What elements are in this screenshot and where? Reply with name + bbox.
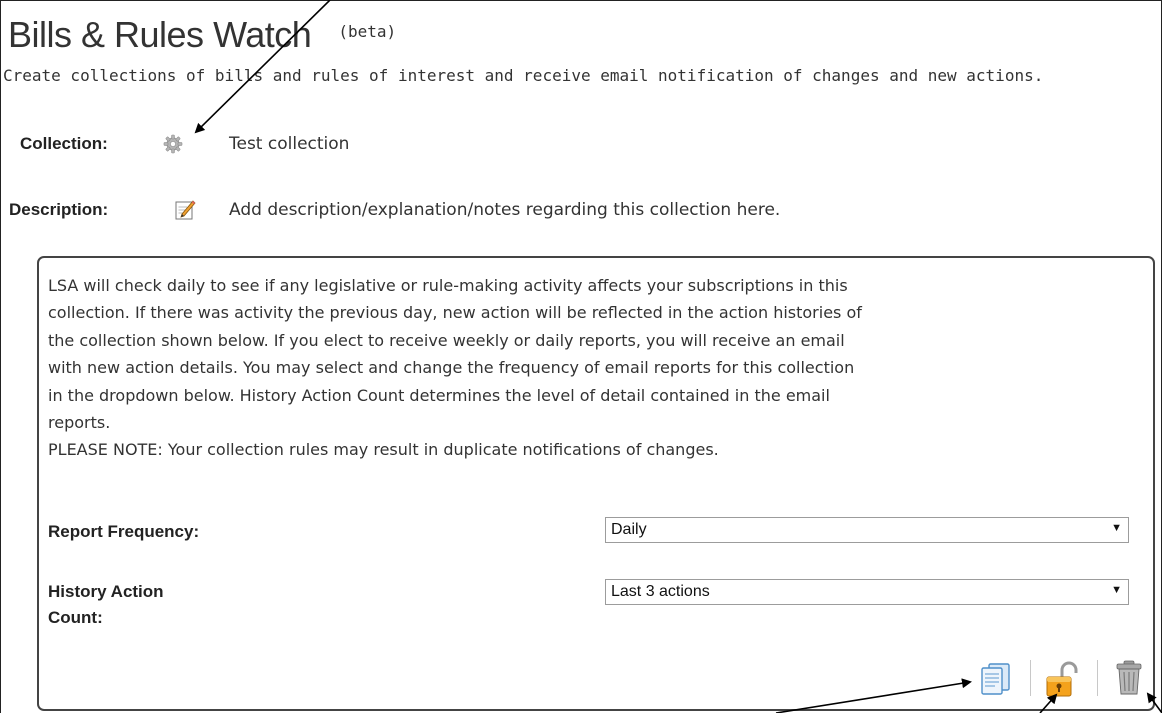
arrow-to-trash-icon <box>1146 692 1162 713</box>
arrow-to-unlock-icon <box>1039 693 1058 713</box>
arrow-to-gear-icon <box>194 0 331 134</box>
arrow-to-copy-icon <box>775 678 972 713</box>
annotation-arrows <box>194 0 1162 713</box>
